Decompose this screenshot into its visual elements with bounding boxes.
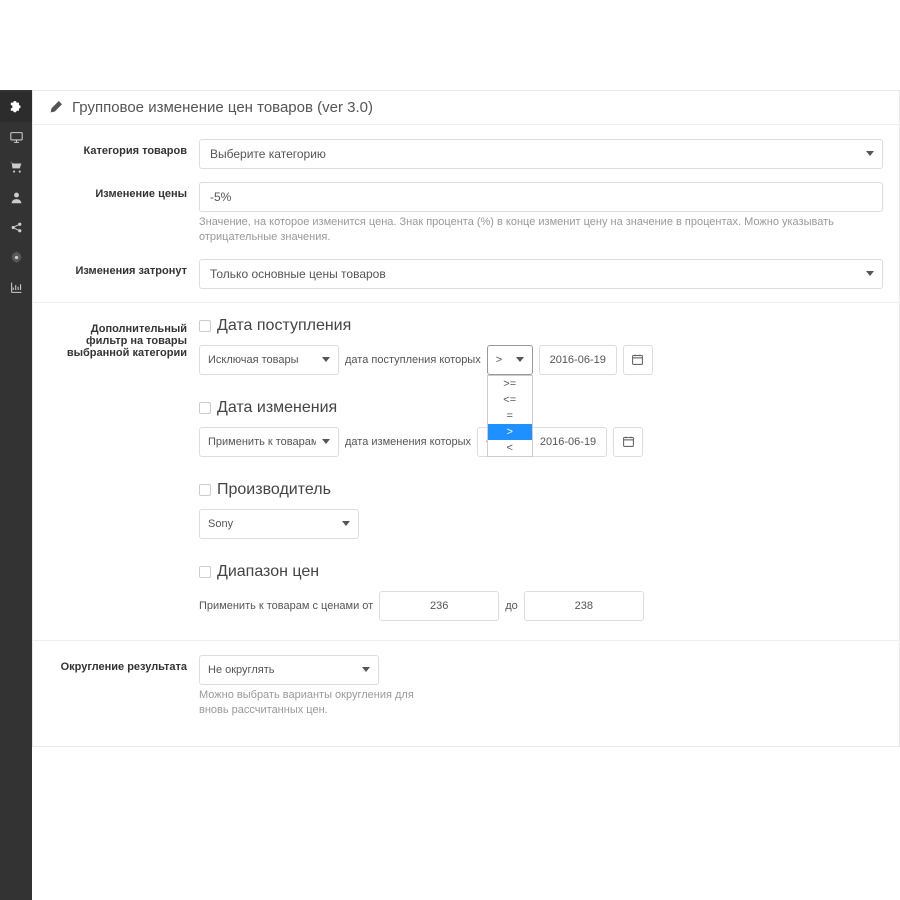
price-change-help: Значение, на которое изменится цена. Зна… bbox=[199, 215, 883, 246]
price-range-title: Диапазон цен bbox=[217, 563, 319, 581]
arrival-date-checkbox[interactable] bbox=[199, 320, 211, 332]
sidebar-item-user[interactable] bbox=[0, 182, 32, 212]
change-mid-text: дата изменения которых bbox=[345, 436, 471, 448]
op-option-lte[interactable]: <= bbox=[488, 392, 532, 408]
manufacturer-checkbox[interactable] bbox=[199, 484, 211, 496]
changes-affect-select[interactable]: Только основные цены товаров bbox=[199, 259, 883, 289]
label-changes-affect: Изменения затронут bbox=[49, 259, 199, 289]
op-option-lt[interactable]: < bbox=[488, 440, 532, 456]
label-rounding: Округление результата bbox=[49, 655, 199, 719]
share-icon bbox=[10, 221, 23, 234]
rounding-help: Можно выбрать варианты округления для вн… bbox=[199, 688, 439, 719]
manufacturer-select[interactable]: Sony bbox=[199, 509, 359, 539]
filter-change-date: Дата изменения Применить к товарам дата … bbox=[199, 399, 883, 457]
sidebar bbox=[0, 90, 32, 900]
sidebar-item-share[interactable] bbox=[0, 212, 32, 242]
gear-icon bbox=[10, 251, 23, 264]
label-category: Категория товаров bbox=[49, 139, 199, 169]
op-option-gte[interactable]: >= bbox=[488, 376, 532, 392]
op-option-gt[interactable]: > bbox=[488, 424, 532, 440]
change-mode-select[interactable]: Применить к товарам bbox=[199, 427, 339, 457]
range-mid: до bbox=[505, 600, 518, 612]
filter-manufacturer: Производитель Sony bbox=[199, 481, 883, 539]
panel: Групповое изменение цен товаров (ver 3.0… bbox=[32, 90, 900, 747]
arrival-date-input[interactable] bbox=[539, 345, 617, 375]
arrival-calendar-button[interactable] bbox=[623, 345, 653, 375]
arrival-mode-select[interactable]: Исключая товары bbox=[199, 345, 339, 375]
divider bbox=[33, 302, 899, 303]
calendar-icon bbox=[631, 353, 644, 366]
sidebar-item-settings[interactable] bbox=[0, 242, 32, 272]
calendar-icon bbox=[622, 435, 635, 448]
cart-icon bbox=[10, 161, 23, 174]
manufacturer-title: Производитель bbox=[217, 481, 331, 499]
price-range-checkbox[interactable] bbox=[199, 566, 211, 578]
rounding-select[interactable]: Не округлять bbox=[199, 655, 379, 685]
filter-price-range: Диапазон цен Применить к товарам с ценам… bbox=[199, 563, 883, 621]
category-select[interactable]: Выберите категорию bbox=[199, 139, 883, 169]
label-add-filter: Дополнительный фильтр на товары выбранно… bbox=[49, 317, 199, 627]
filter-arrival-date: Дата поступления Исключая товары дата по… bbox=[199, 317, 883, 375]
pencil-icon bbox=[49, 101, 62, 114]
price-to-input[interactable] bbox=[524, 591, 644, 621]
sidebar-item-cart[interactable] bbox=[0, 152, 32, 182]
op-option-eq[interactable]: = bbox=[488, 408, 532, 424]
op-dropdown-list: >= <= = > < bbox=[487, 375, 533, 457]
user-icon bbox=[10, 191, 23, 204]
sidebar-item-display[interactable] bbox=[0, 122, 32, 152]
sidebar-item-reports[interactable] bbox=[0, 272, 32, 302]
change-date-checkbox[interactable] bbox=[199, 402, 211, 414]
change-calendar-button[interactable] bbox=[613, 427, 643, 457]
change-date-input[interactable] bbox=[529, 427, 607, 457]
chart-icon bbox=[10, 281, 23, 294]
price-change-input[interactable] bbox=[199, 182, 883, 212]
change-date-title: Дата изменения bbox=[217, 399, 337, 417]
puzzle-icon bbox=[10, 101, 23, 114]
monitor-icon bbox=[10, 131, 23, 144]
label-price-change: Изменение цены bbox=[49, 182, 199, 246]
panel-heading: Групповое изменение цен товаров (ver 3.0… bbox=[33, 91, 899, 125]
price-from-input[interactable] bbox=[379, 591, 499, 621]
arrival-date-title: Дата поступления bbox=[217, 317, 351, 335]
divider bbox=[33, 640, 899, 641]
range-prefix: Применить к товарам с ценами от bbox=[199, 600, 373, 612]
arrival-mid-text: дата поступления которых bbox=[345, 354, 481, 366]
page-title: Групповое изменение цен товаров (ver 3.0… bbox=[72, 99, 373, 116]
sidebar-item-modules[interactable] bbox=[0, 92, 32, 122]
arrival-op-select[interactable]: > bbox=[487, 345, 533, 375]
